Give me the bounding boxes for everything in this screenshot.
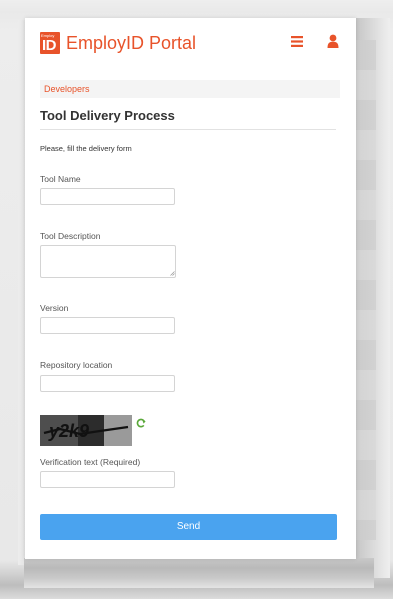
verification-text-label: Verification text (Required) bbox=[40, 457, 141, 467]
captcha-image: y2k9 bbox=[40, 415, 132, 446]
verification-text-input[interactable] bbox=[40, 471, 175, 488]
resize-grip-icon[interactable] bbox=[170, 271, 175, 276]
breadcrumb-developers[interactable]: Developers bbox=[40, 80, 340, 98]
tool-description-textarea[interactable] bbox=[40, 245, 176, 278]
page-title: Tool Delivery Process bbox=[40, 108, 175, 123]
send-button[interactable]: Send bbox=[40, 514, 337, 540]
repository-location-label: Repository location bbox=[40, 360, 113, 370]
tool-name-input[interactable] bbox=[40, 188, 175, 205]
hamburger-menu-icon[interactable] bbox=[291, 36, 303, 47]
portal-card: Employ ID EmployID Portal Developers Too… bbox=[25, 18, 356, 559]
shadow-right-texture bbox=[356, 40, 376, 540]
employid-logo[interactable]: Employ ID bbox=[40, 32, 60, 54]
tool-description-label: Tool Description bbox=[40, 231, 101, 241]
captcha-graphic: y2k9 bbox=[40, 415, 132, 446]
logo-big-text: ID bbox=[42, 37, 57, 54]
version-input[interactable] bbox=[40, 317, 175, 334]
title-divider bbox=[40, 129, 336, 130]
user-icon[interactable] bbox=[327, 34, 339, 48]
form-intro-text: Please, fill the delivery form bbox=[40, 144, 132, 153]
refresh-icon[interactable] bbox=[136, 418, 146, 428]
brand-title[interactable]: EmployID Portal bbox=[66, 31, 196, 55]
header: Employ ID EmployID Portal bbox=[25, 18, 356, 70]
version-label: Version bbox=[40, 303, 69, 313]
repository-location-input[interactable] bbox=[40, 375, 175, 392]
shadow-bottom bbox=[24, 558, 374, 588]
tool-name-label: Tool Name bbox=[40, 174, 81, 184]
